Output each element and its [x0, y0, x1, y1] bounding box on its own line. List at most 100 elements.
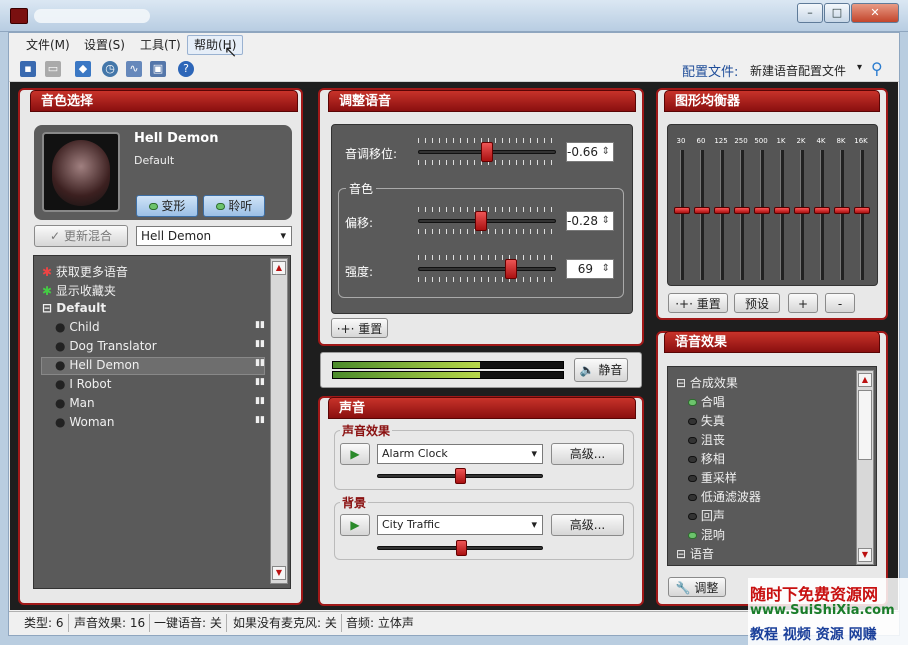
- eq-add-button[interactable]: +: [788, 293, 818, 313]
- offset-ticks: [418, 207, 556, 212]
- eq-band-slider[interactable]: [760, 150, 764, 280]
- eq-band-thumb[interactable]: [734, 207, 750, 214]
- tree-favorites[interactable]: ✱ 显示收藏夹: [42, 282, 116, 299]
- eq-band-slider[interactable]: [720, 150, 724, 280]
- waveform-icon[interactable]: ∿: [126, 61, 142, 77]
- effect-item[interactable]: 失真: [688, 412, 725, 429]
- pitch-value-field[interactable]: -0.66: [566, 142, 614, 162]
- effect-item[interactable]: 低通滤波器: [688, 488, 761, 505]
- background-advanced-button[interactable]: 高级...: [551, 514, 624, 536]
- effect-select[interactable]: Alarm Clock: [377, 444, 543, 464]
- eq-band-thumb[interactable]: [794, 207, 810, 214]
- voice-select[interactable]: Hell Demon: [136, 226, 292, 246]
- play-background-icon[interactable]: ▶: [340, 514, 370, 536]
- scroll-down-icon[interactable]: ▼: [858, 548, 872, 562]
- effect-item[interactable]: 移相: [688, 450, 725, 467]
- scroll-thumb[interactable]: [858, 390, 872, 460]
- meter-left-fill: [333, 362, 481, 368]
- eq-band-slider[interactable]: [680, 150, 684, 280]
- eq-band-slider[interactable]: [860, 150, 864, 280]
- strength-slider-thumb[interactable]: [504, 259, 517, 279]
- eq-band-thumb[interactable]: [714, 207, 730, 214]
- menu-settings[interactable]: 设置(S): [78, 35, 131, 55]
- maximize-button[interactable]: □: [824, 3, 850, 23]
- menu-file[interactable]: 文件(M): [20, 35, 76, 55]
- menu-tools[interactable]: 工具(T): [134, 35, 187, 55]
- adjust-reset-button[interactable]: ·+· 重置: [331, 318, 388, 338]
- update-mix-button[interactable]: ✓ 更新混合: [34, 225, 128, 247]
- list-item[interactable]: ● I Robot ▮▮: [55, 377, 265, 391]
- list-item[interactable]: ● Hell Demon ▮▮: [55, 358, 265, 372]
- list-item[interactable]: ● Woman ▮▮: [55, 415, 265, 429]
- minimize-button[interactable]: –: [797, 3, 823, 23]
- effects-group-voice[interactable]: ⊟ 语音: [676, 545, 714, 562]
- scroll-up-icon[interactable]: ▲: [272, 261, 286, 275]
- eq-band-slider[interactable]: [700, 150, 704, 280]
- eq-remove-button[interactable]: -: [825, 293, 855, 313]
- status-audio: 音频: 立体声: [346, 616, 414, 630]
- image-icon[interactable]: ▣: [150, 61, 166, 77]
- eq-band-thumb[interactable]: [754, 207, 770, 214]
- eq-band-slider[interactable]: [740, 150, 744, 280]
- effect-item[interactable]: 合唱: [688, 393, 725, 410]
- config-select[interactable]: 新建语音配置文件: [750, 62, 868, 79]
- list-item[interactable]: ● Man ▮▮: [55, 396, 265, 410]
- effect-led-icon: [688, 418, 697, 425]
- save-icon[interactable]: ▪: [20, 61, 36, 77]
- eq-band-slider[interactable]: [840, 150, 844, 280]
- eq-preset-button[interactable]: 预设: [734, 293, 780, 313]
- eq-band-thumb[interactable]: [674, 207, 690, 214]
- effects-adjust-button[interactable]: 🔧 调整: [668, 577, 726, 597]
- group-label: Default: [56, 301, 107, 315]
- filter-icon[interactable]: ⚲: [871, 59, 883, 78]
- effect-item[interactable]: 混响: [688, 526, 725, 543]
- effects-group-label: 合成效果: [689, 376, 738, 390]
- list-item[interactable]: ● Child ▮▮: [55, 320, 265, 334]
- eq-band-slider[interactable]: [820, 150, 824, 280]
- record-icon[interactable]: ▭: [45, 61, 61, 77]
- mute-button[interactable]: 🔈 静音: [574, 358, 628, 382]
- eq-band-thumb[interactable]: [774, 207, 790, 214]
- scroll-down-icon[interactable]: ▼: [272, 566, 286, 580]
- effect-volume-thumb[interactable]: [455, 468, 466, 484]
- list-item[interactable]: ● Dog Translator ▮▮: [55, 339, 265, 353]
- effect-led-icon: [688, 456, 697, 463]
- tree-more-voices[interactable]: ✱ 获取更多语音: [42, 263, 128, 280]
- strength-value-field[interactable]: 69: [566, 259, 614, 279]
- eq-reset-label: 重置: [696, 297, 721, 311]
- effect-item-label: 合唱: [697, 395, 725, 409]
- pitch-slider-thumb[interactable]: [481, 142, 493, 162]
- background-select[interactable]: City Traffic: [377, 515, 543, 535]
- offset-value-field[interactable]: -0.28: [566, 211, 614, 231]
- eq-band-thumb[interactable]: [694, 207, 710, 214]
- strength-slider[interactable]: [418, 267, 556, 271]
- scroll-up-icon[interactable]: ▲: [858, 373, 872, 387]
- effects-group-synth[interactable]: ⊟ 合成效果: [676, 374, 738, 391]
- listen-led-icon: [215, 203, 225, 210]
- morph-button[interactable]: 变形: [136, 195, 198, 217]
- voice-list-scrollbar[interactable]: [270, 258, 288, 584]
- effect-item[interactable]: 回声: [688, 507, 725, 524]
- chevron-down-icon[interactable]: ▾: [857, 62, 862, 73]
- help-icon[interactable]: ?: [178, 61, 194, 77]
- clock-icon[interactable]: ◷: [102, 61, 118, 77]
- eq-band-thumb[interactable]: [854, 207, 870, 214]
- effect-item[interactable]: 重采样: [688, 469, 737, 486]
- eq-reset-button[interactable]: ·+· 重置: [668, 293, 728, 313]
- play-effect-icon[interactable]: ▶: [340, 443, 370, 465]
- tree-group-default[interactable]: ⊟ Default: [42, 301, 106, 315]
- offset-slider[interactable]: [418, 219, 556, 223]
- effect-advanced-button[interactable]: 高级...: [551, 443, 624, 465]
- eq-band-slider[interactable]: [800, 150, 804, 280]
- eq-band-thumb[interactable]: [834, 207, 850, 214]
- plugin-icon[interactable]: ◆: [75, 61, 91, 77]
- eq-band-slider[interactable]: [780, 150, 784, 280]
- status-nomic: 如果没有麦克风: 关: [229, 614, 342, 632]
- eq-band-thumb[interactable]: [814, 207, 830, 214]
- offset-slider-thumb[interactable]: [474, 211, 487, 231]
- close-button[interactable]: ✕: [851, 3, 899, 23]
- listen-button[interactable]: 聆听: [203, 195, 265, 217]
- effect-item[interactable]: 沮丧: [688, 431, 725, 448]
- background-volume-thumb[interactable]: [456, 540, 467, 556]
- effect-item-label: 混响: [697, 528, 725, 542]
